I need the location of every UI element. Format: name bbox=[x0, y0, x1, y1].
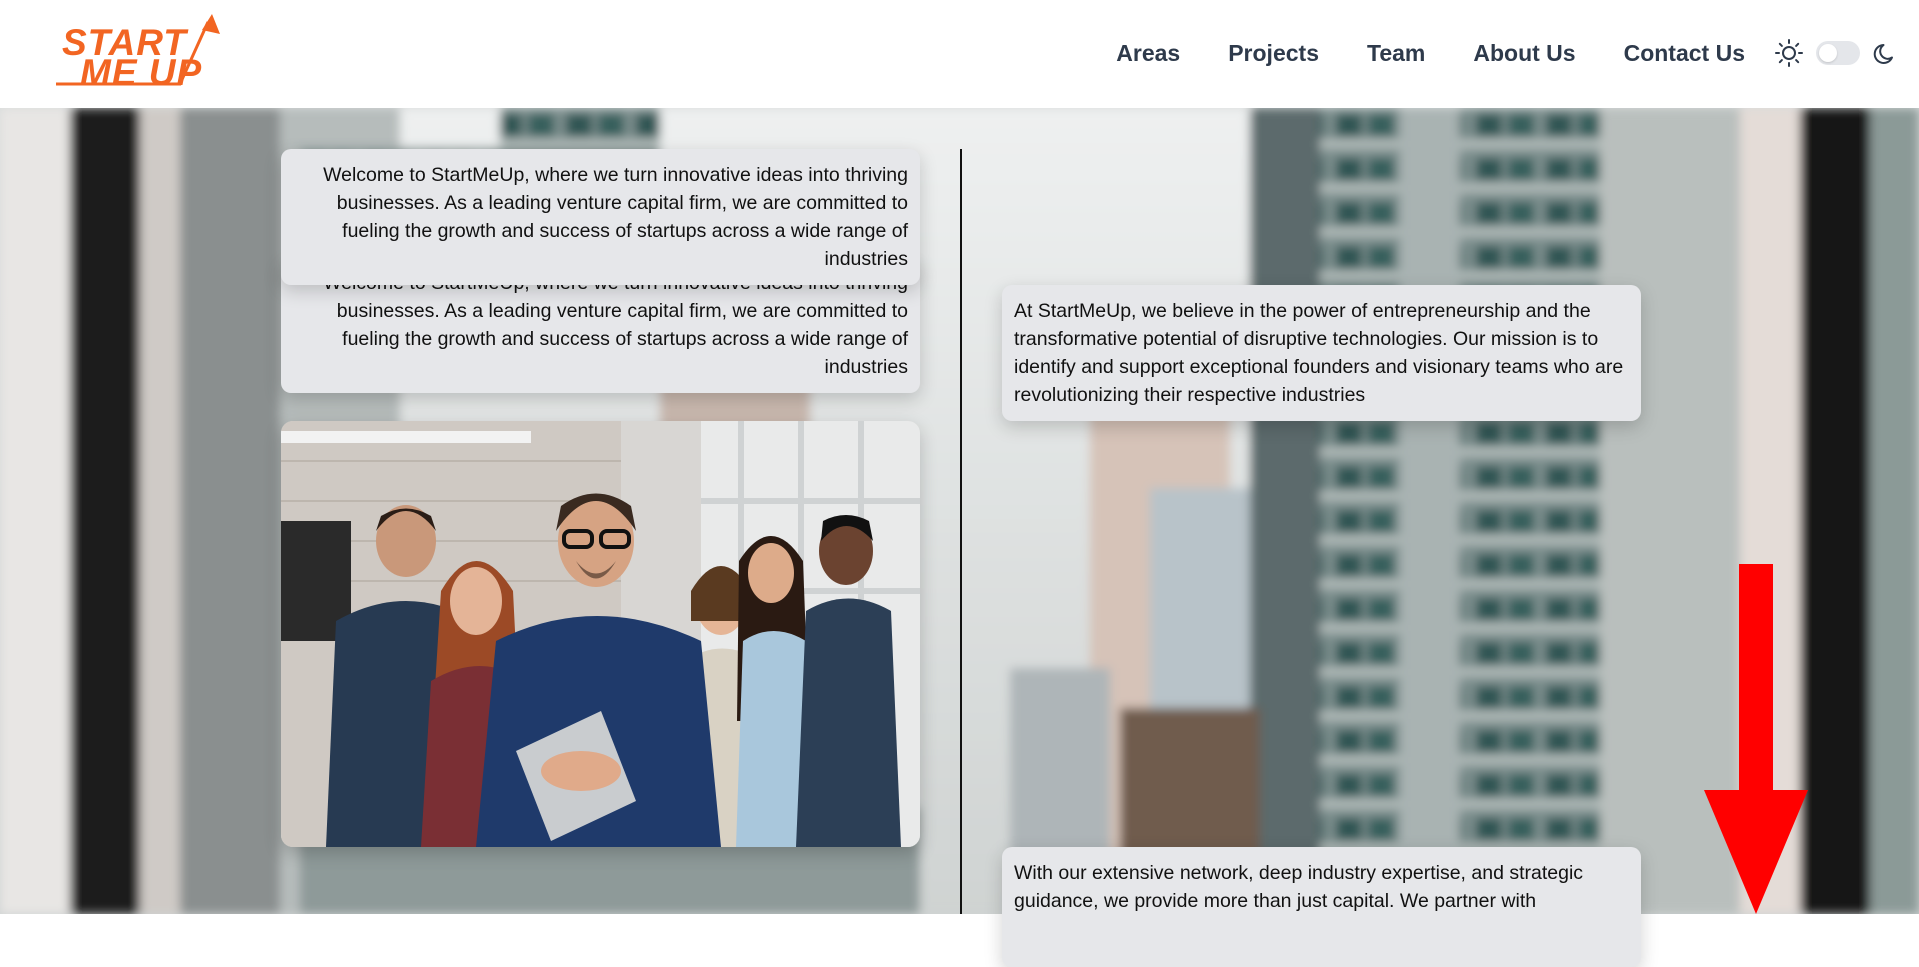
site-header: START ME UP Areas Projects Team About Us… bbox=[0, 0, 1919, 108]
intro-card-overlay: Welcome to StartMeUp, where we turn inno… bbox=[281, 149, 920, 285]
team-photo-illustration bbox=[281, 421, 920, 847]
nav-team[interactable]: Team bbox=[1367, 36, 1425, 70]
scroll-down-arrow-icon bbox=[1704, 564, 1808, 914]
theme-switcher bbox=[1774, 36, 1900, 70]
team-photo bbox=[281, 421, 920, 847]
nav-contact-us[interactable]: Contact Us bbox=[1624, 36, 1745, 70]
intro-text: Welcome to StartMeUp, where we turn inno… bbox=[323, 272, 908, 378]
theme-toggle[interactable] bbox=[1816, 41, 1860, 65]
nav-about-us[interactable]: About Us bbox=[1473, 36, 1575, 70]
moon-icon[interactable] bbox=[1872, 39, 1900, 67]
network-card: With our extensive network, deep industr… bbox=[1002, 847, 1641, 967]
toggle-knob bbox=[1819, 44, 1837, 62]
intro-text-overlay: Welcome to StartMeUp, where we turn inno… bbox=[323, 164, 908, 270]
logo-text-meup: ME UP bbox=[80, 52, 203, 93]
nav-areas[interactable]: Areas bbox=[1116, 36, 1180, 70]
timeline-divider bbox=[960, 149, 962, 914]
network-text: With our extensive network, deep industr… bbox=[1014, 862, 1584, 912]
mission-text: At StartMeUp, we believe in the power of… bbox=[1014, 300, 1624, 406]
nav-projects[interactable]: Projects bbox=[1228, 36, 1319, 70]
main-nav: Areas Projects Team About Us Contact Us bbox=[1068, 36, 1745, 70]
mission-card: At StartMeUp, we believe in the power of… bbox=[1002, 285, 1641, 421]
startmeup-logo[interactable]: START ME UP bbox=[52, 14, 232, 93]
sun-icon[interactable] bbox=[1774, 38, 1804, 68]
